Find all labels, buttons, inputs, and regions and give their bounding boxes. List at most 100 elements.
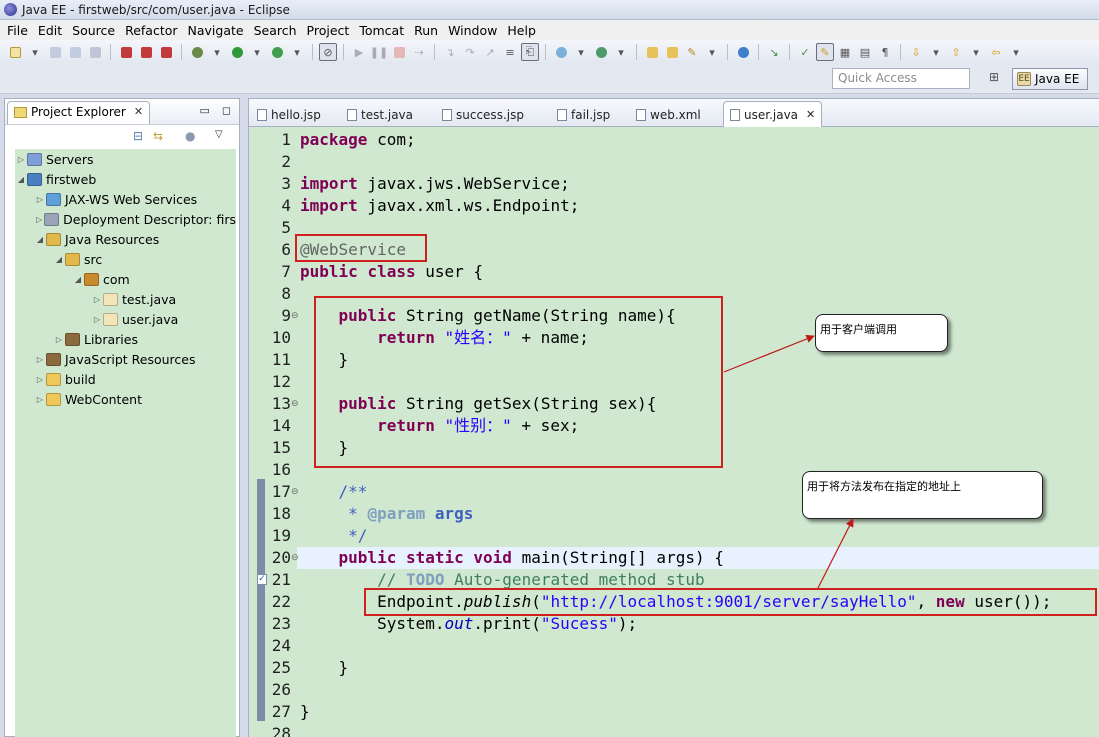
fold-toggle-icon[interactable]: ⊖ <box>291 305 299 327</box>
code-line[interactable]: public static void main(String[] args) { <box>300 547 724 569</box>
new-server-icon[interactable] <box>552 43 570 61</box>
tree-item-deployment-descriptor-firs[interactable]: ▷ Deployment Descriptor: firs <box>15 209 236 229</box>
tree-item-javascript-resources[interactable]: ▷ JavaScript Resources <box>15 349 236 369</box>
quick-access-input[interactable]: Quick Access <box>832 68 970 89</box>
code-line[interactable]: package com; <box>300 129 416 151</box>
filters-icon[interactable]: ● <box>185 129 195 143</box>
terminate-icon[interactable] <box>390 43 408 61</box>
pen-icon[interactable]: ✎ <box>683 43 701 61</box>
toggle-icon[interactable]: ⎗ <box>521 43 539 61</box>
dropdown-arrow-icon[interactable]: ▾ <box>1007 43 1025 61</box>
globe-icon[interactable] <box>734 43 752 61</box>
debug-run-icon[interactable] <box>188 43 206 61</box>
collapsed-arrow-icon[interactable]: ▷ <box>34 395 46 404</box>
debug-icon[interactable] <box>117 43 135 61</box>
dropdown-arrow-icon[interactable]: ▾ <box>967 43 985 61</box>
menu-source[interactable]: Source <box>67 23 120 38</box>
code-line[interactable]: System.out.print("Sucess"); <box>300 613 637 635</box>
tab-test-java[interactable]: test.java <box>347 103 413 127</box>
fold-toggle-icon[interactable]: ⊖ <box>291 547 299 569</box>
tab-web-xml[interactable]: web.xml <box>636 103 701 127</box>
collapsed-arrow-icon[interactable]: ▷ <box>53 335 65 344</box>
open-folder-icon[interactable] <box>663 43 681 61</box>
step-over-icon[interactable]: ↷ <box>461 43 479 61</box>
code-line[interactable]: import javax.jws.WebService; <box>300 173 570 195</box>
code-line[interactable]: */ <box>300 525 367 547</box>
tab-user-java[interactable]: user.java ✕ <box>723 101 823 128</box>
tab-hello-jsp[interactable]: hello.jsp <box>257 103 321 127</box>
menu-run[interactable]: Run <box>409 23 443 38</box>
toggle-mark-occurrences-icon[interactable]: ✓ <box>796 43 814 61</box>
menu-tomcat[interactable]: Tomcat <box>354 23 409 38</box>
menu-navigate[interactable]: Navigate <box>183 23 249 38</box>
collapsed-arrow-icon[interactable]: ▷ <box>34 375 46 384</box>
view-menu-icon[interactable]: ▽ <box>215 129 223 140</box>
back-icon[interactable]: ⇦ <box>987 43 1005 61</box>
collapsed-arrow-icon[interactable]: ▷ <box>34 195 46 204</box>
previous-edit-icon[interactable]: ⇧ <box>947 43 965 61</box>
open-perspective-icon[interactable]: ⊞ <box>985 70 1003 88</box>
dropdown-arrow-icon[interactable]: ▾ <box>208 43 226 61</box>
menu-file[interactable]: File <box>2 23 33 38</box>
dropdown-arrow-icon[interactable]: ▾ <box>927 43 945 61</box>
close-tab-icon[interactable]: ✕ <box>806 108 815 121</box>
use-step-filters-icon[interactable]: ≡ <box>501 43 519 61</box>
paragraph-icon[interactable]: ¶ <box>876 43 894 61</box>
collapsed-arrow-icon[interactable]: ▷ <box>34 355 46 364</box>
menu-window[interactable]: Window <box>443 23 502 38</box>
new-class-icon[interactable] <box>592 43 610 61</box>
tree-item-test-java[interactable]: ▷ test.java <box>15 289 236 309</box>
dropdown-arrow-icon[interactable]: ▾ <box>612 43 630 61</box>
code-line[interactable]: } <box>300 701 310 723</box>
run-icon[interactable] <box>228 43 246 61</box>
code-line[interactable]: * @param args <box>300 503 473 525</box>
tree-item-libraries[interactable]: ▷ Libraries <box>15 329 236 349</box>
code-line[interactable]: /** <box>300 481 368 503</box>
menu-help[interactable]: Help <box>502 23 541 38</box>
tree-item-servers[interactable]: ▷ Servers <box>15 149 236 169</box>
save-icon[interactable] <box>46 43 64 61</box>
highlight-icon[interactable]: ✎ <box>816 43 834 61</box>
resume-icon[interactable]: ▶ <box>350 43 368 61</box>
tab-project-explorer[interactable]: Project Explorer ✕ <box>7 101 151 124</box>
next-annotation-icon[interactable]: ↘ <box>765 43 783 61</box>
tree-item-src[interactable]: ◢ src <box>15 249 236 269</box>
tomcat-stop-icon[interactable] <box>157 43 175 61</box>
save-all-icon[interactable] <box>66 43 84 61</box>
perspective-java-ee-button[interactable]: EE Java EE <box>1012 68 1088 90</box>
expanded-arrow-icon[interactable]: ◢ <box>72 275 84 284</box>
code-line[interactable]: public class user { <box>300 261 483 283</box>
maximize-icon[interactable]: ◻ <box>222 104 231 117</box>
new-icon[interactable] <box>6 43 24 61</box>
tab-success-jsp[interactable]: success.jsp <box>442 103 524 127</box>
show-whitespace-icon[interactable]: ▤ <box>856 43 874 61</box>
dropdown-arrow-icon[interactable]: ▾ <box>572 43 590 61</box>
step-return-icon[interactable]: ↗ <box>481 43 499 61</box>
fold-toggle-icon[interactable]: ⊖ <box>291 481 299 503</box>
tab-fail-jsp[interactable]: fail.jsp <box>557 103 610 127</box>
dropdown-arrow-icon[interactable]: ▾ <box>288 43 306 61</box>
collapsed-arrow-icon[interactable]: ▷ <box>91 315 103 324</box>
menu-edit[interactable]: Edit <box>33 23 67 38</box>
tree-item-com[interactable]: ◢ com <box>15 269 236 289</box>
close-icon[interactable]: ✕ <box>134 105 143 118</box>
skip-breakpoints-icon[interactable]: ⊘ <box>319 43 337 61</box>
next-edit-icon[interactable]: ⇩ <box>907 43 925 61</box>
menu-refactor[interactable]: Refactor <box>120 23 182 38</box>
tree-item-firstweb[interactable]: ◢ firstweb <box>15 169 236 189</box>
code-line[interactable]: import javax.xml.ws.Endpoint; <box>300 195 579 217</box>
block-selection-icon[interactable]: ▦ <box>836 43 854 61</box>
dropdown-arrow-icon[interactable]: ▾ <box>26 43 44 61</box>
fold-toggle-icon[interactable]: ⊖ <box>291 393 299 415</box>
tomcat-start-icon[interactable] <box>137 43 155 61</box>
tree-item-java-resources[interactable]: ◢ Java Resources <box>15 229 236 249</box>
collapsed-arrow-icon[interactable]: ▷ <box>34 215 44 224</box>
collapsed-arrow-icon[interactable]: ▷ <box>91 295 103 304</box>
suspend-icon[interactable]: ❚❚ <box>370 43 388 61</box>
tree-item-build[interactable]: ▷ build <box>15 369 236 389</box>
task-marker-icon[interactable]: ✓ <box>257 574 267 585</box>
print-icon[interactable] <box>86 43 104 61</box>
tree-item-webcontent[interactable]: ▷ WebContent <box>15 389 236 409</box>
expanded-arrow-icon[interactable]: ◢ <box>53 255 65 264</box>
menu-search[interactable]: Search <box>249 23 302 38</box>
